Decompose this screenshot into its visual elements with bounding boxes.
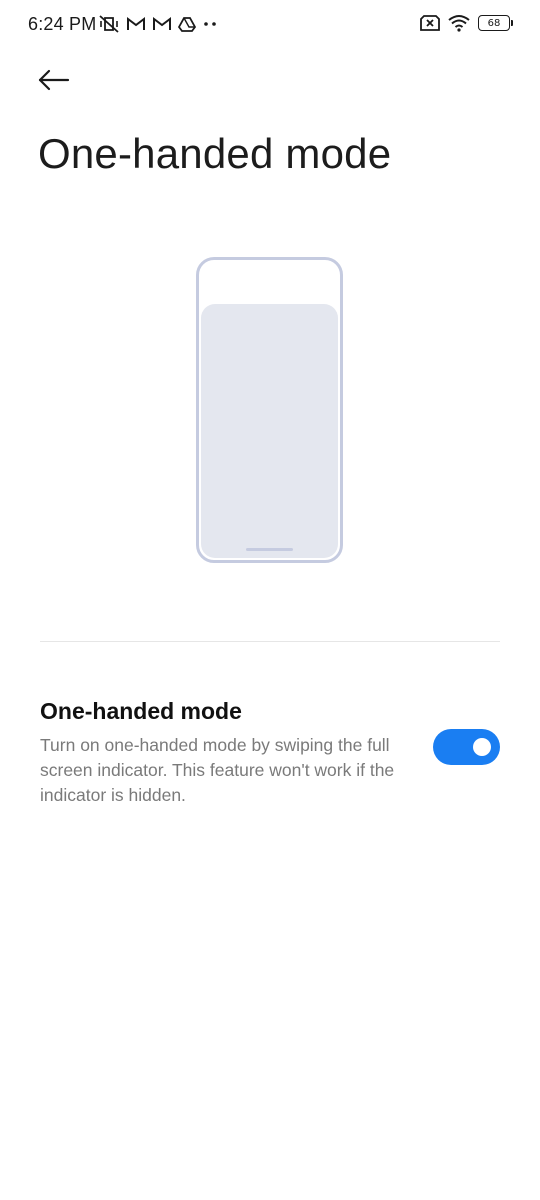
no-sim-icon: [420, 15, 440, 31]
status-system-icons: 68: [420, 14, 513, 32]
arrow-left-icon: [38, 69, 70, 96]
setting-title: One-handed mode: [40, 698, 242, 724]
status-notification-icons: [98, 14, 218, 34]
battery-icon: 68: [478, 15, 513, 31]
gmail-icon: [152, 16, 172, 32]
one-handed-mode-illustration: [196, 257, 343, 563]
status-time: 6:24 PM: [28, 14, 97, 34]
drive-icon: [178, 16, 196, 32]
battery-level: 68: [487, 17, 501, 29]
one-handed-mode-toggle[interactable]: [433, 729, 500, 765]
toggle-knob: [473, 738, 491, 756]
back-button[interactable]: [34, 62, 74, 102]
divider: [40, 641, 500, 642]
setting-description: Turn on one-handed mode by swiping the f…: [40, 735, 395, 805]
wifi-icon: [448, 14, 470, 32]
more-dots-icon: [202, 16, 218, 32]
one-handed-mode-setting[interactable]: One-handed mode Turn on one-handed mode …: [40, 698, 500, 808]
screen-indicator-illustration: [246, 548, 293, 551]
vibrate-mute-icon: [98, 14, 120, 34]
gmail-icon: [126, 16, 146, 32]
lowered-screen-illustration: [201, 304, 338, 558]
page-title: One-handed mode: [38, 130, 392, 177]
status-bar: 6:24 PM 68: [0, 0, 540, 50]
